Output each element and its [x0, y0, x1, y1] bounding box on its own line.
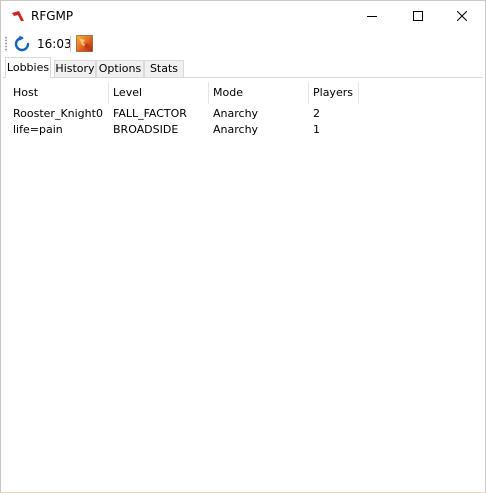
refresh-icon[interactable]: [13, 35, 31, 53]
minimize-button[interactable]: [349, 1, 395, 31]
cell-host: Rooster_Knight0: [13, 107, 103, 120]
lobbies-list[interactable]: Host Level Mode Players Rooster_Knight0 …: [3, 78, 483, 491]
minimize-icon: [367, 16, 377, 17]
tab-options[interactable]: Options: [96, 60, 144, 77]
toolbar: 16:03: [1, 31, 485, 57]
cell-level: BROADSIDE: [113, 123, 179, 136]
close-icon: [457, 11, 467, 21]
red-faction-logo-icon: [12, 11, 24, 21]
main-window: RFGMP 16:03 Lobbies History Options Stat…: [0, 0, 486, 493]
maximize-button[interactable]: [395, 1, 441, 31]
cell-mode: Anarchy: [213, 107, 259, 120]
window-title: RFGMP: [31, 9, 74, 23]
tab-lobbies[interactable]: Lobbies: [5, 57, 51, 78]
close-button[interactable]: [439, 1, 485, 31]
table-row[interactable]: life=pain BROADSIDE Anarchy 1: [3, 122, 483, 138]
column-header-level[interactable]: Level: [103, 82, 209, 104]
column-header-players[interactable]: Players: [303, 82, 359, 104]
column-header-host[interactable]: Host: [3, 82, 109, 104]
cell-mode: Anarchy: [213, 123, 259, 136]
title-bar[interactable]: RFGMP: [1, 1, 485, 31]
list-header: Host Level Mode Players: [3, 82, 483, 104]
toolbar-separator: [70, 36, 71, 52]
time-label: 16:03: [37, 37, 72, 51]
toolbar-grip[interactable]: [5, 36, 7, 52]
tab-history[interactable]: History: [54, 60, 96, 77]
table-row[interactable]: Rooster_Knight0 FALL_FACTOR Anarchy 2: [3, 106, 483, 122]
cell-level: FALL_FACTOR: [113, 107, 187, 120]
tab-stats[interactable]: Stats: [144, 60, 184, 77]
maximize-icon: [413, 11, 423, 21]
cell-host: life=pain: [13, 123, 63, 136]
cell-players: 1: [313, 123, 320, 136]
cell-players: 2: [313, 107, 320, 120]
game-launch-icon[interactable]: [76, 35, 93, 52]
column-header-mode[interactable]: Mode: [203, 82, 309, 104]
